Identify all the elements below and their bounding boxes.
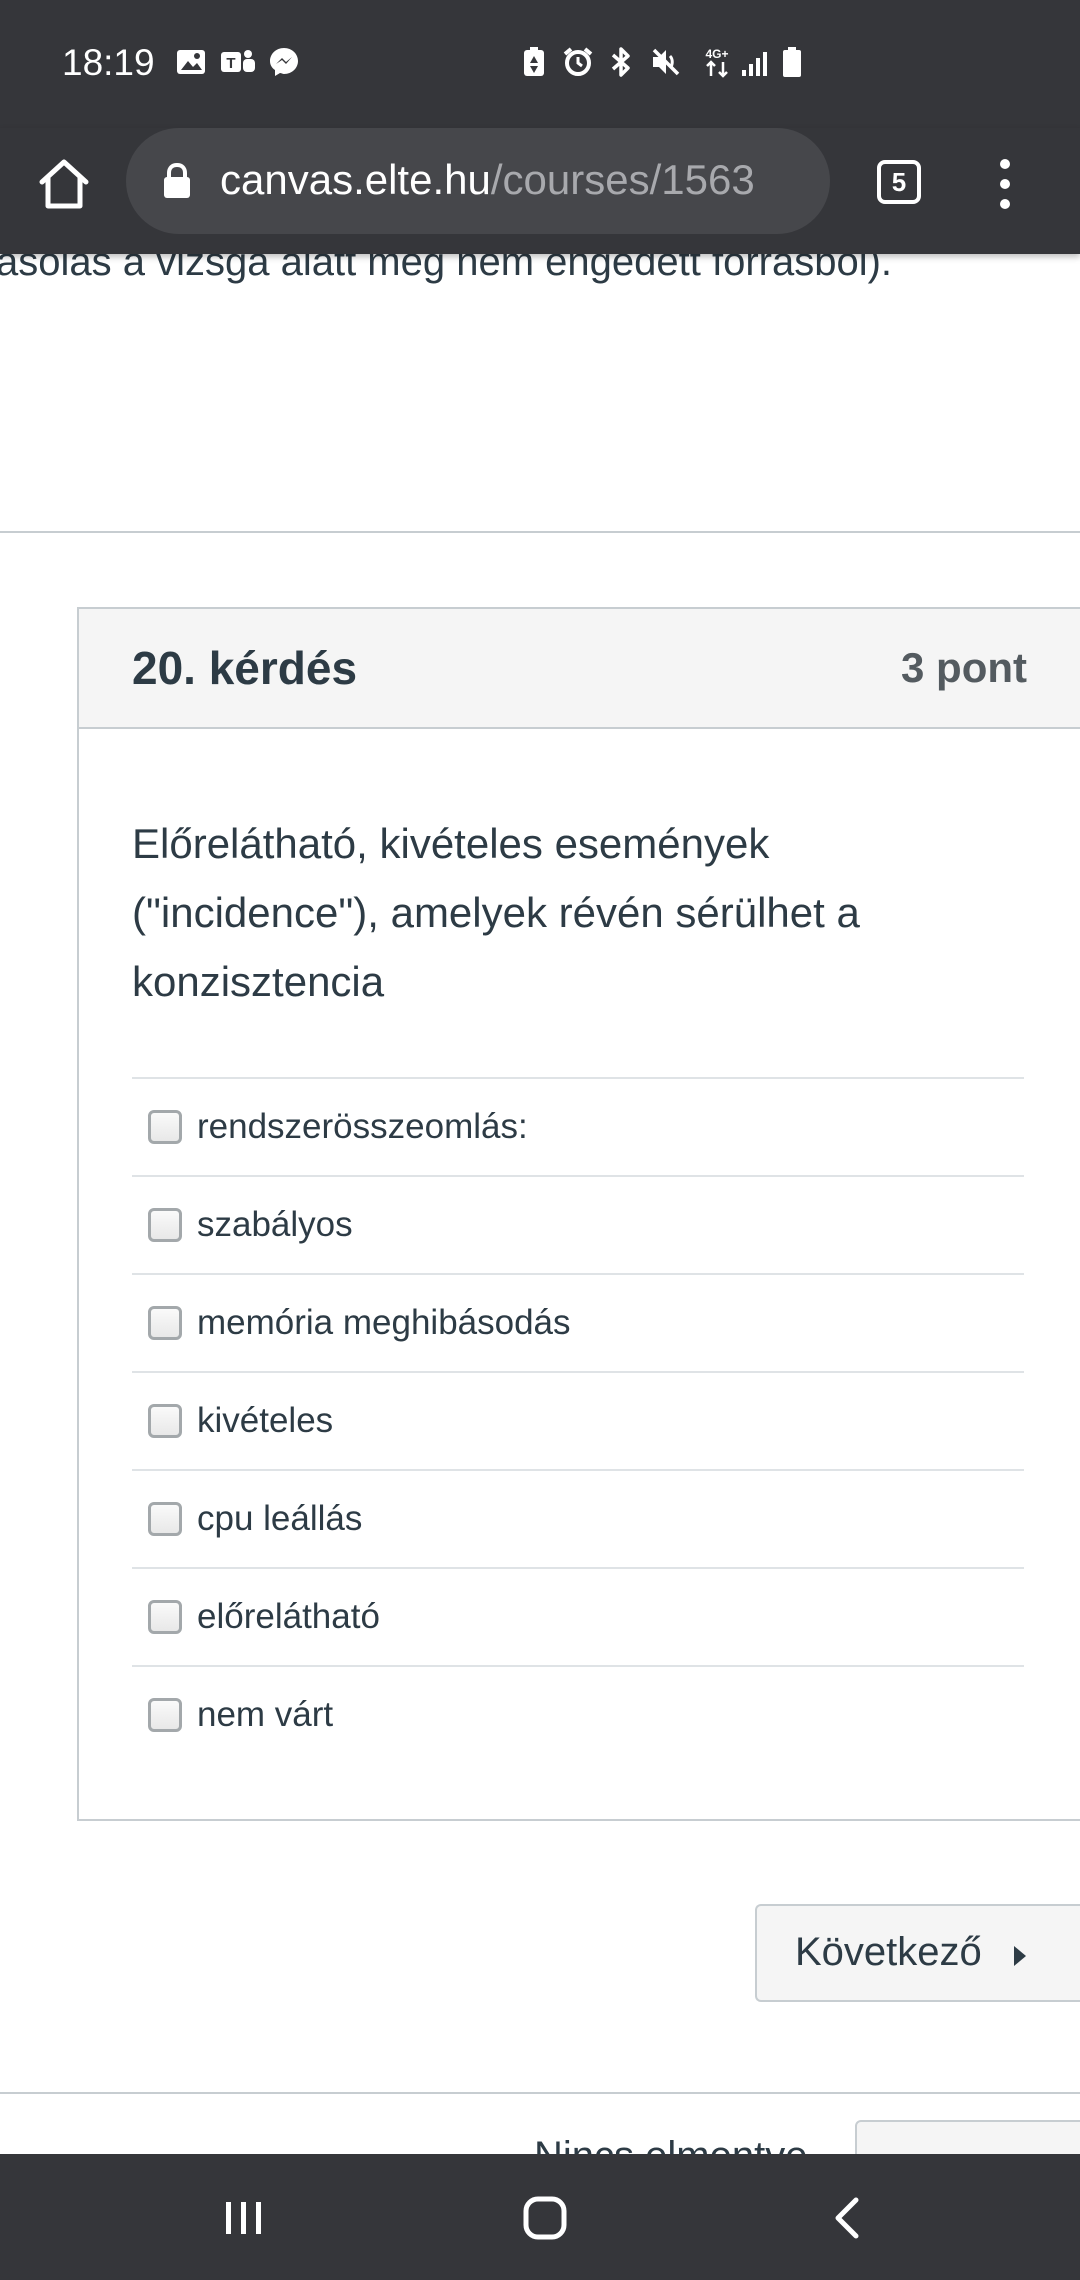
- answer-label[interactable]: cpu leállás: [197, 1499, 362, 1539]
- tab-switcher-button[interactable]: 5: [877, 160, 921, 204]
- home-nav-icon[interactable]: [521, 2194, 569, 2242]
- messenger-icon: [268, 46, 300, 78]
- question-card: 20. kérdés 3 pont Előrelátható, kivétele…: [77, 607, 1080, 1821]
- answer-label[interactable]: memória meghibásodás: [197, 1303, 571, 1343]
- mute-icon: [650, 46, 682, 78]
- answer-checkbox[interactable]: [148, 1502, 182, 1536]
- back-icon[interactable]: [824, 2194, 872, 2242]
- signal-icon: [740, 46, 772, 78]
- answer-label[interactable]: szabályos: [197, 1205, 353, 1245]
- home-icon[interactable]: [34, 154, 94, 214]
- answer-option[interactable]: nem várt: [132, 1665, 1024, 1763]
- lock-icon[interactable]: [162, 162, 192, 200]
- question-text: Előrelátható, kivételes események ("inci…: [132, 820, 860, 1005]
- answer-option[interactable]: cpu leállás: [132, 1469, 1024, 1567]
- svg-text:T: T: [226, 55, 235, 72]
- url-path: /courses/1563: [490, 156, 755, 203]
- network-4g-icon: 4G+: [700, 46, 734, 78]
- battery-saver-icon: [520, 46, 548, 78]
- answer-checkbox[interactable]: [148, 1404, 182, 1438]
- divider: [0, 2092, 1080, 2094]
- alarm-icon: [562, 46, 594, 78]
- more-menu-icon[interactable]: [990, 152, 1020, 216]
- answer-label[interactable]: rendszerösszeomlás:: [197, 1107, 528, 1147]
- teams-icon: T: [220, 46, 256, 78]
- recent-apps-icon[interactable]: [220, 2194, 268, 2242]
- answer-label[interactable]: kivételes: [197, 1401, 333, 1441]
- system-navigation-bar: [0, 2154, 1080, 2280]
- next-button-label: Következő: [795, 1930, 982, 1974]
- answer-checkbox[interactable]: [148, 1208, 182, 1242]
- browser-toolbar: canvas.elte.hu/courses/1563 5: [0, 128, 1080, 254]
- question-header: 20. kérdés 3 pont: [79, 609, 1080, 729]
- answer-checkbox[interactable]: [148, 1600, 182, 1634]
- gallery-icon: [175, 46, 207, 78]
- answer-checkbox[interactable]: [148, 1306, 182, 1340]
- bluetooth-icon: [608, 46, 634, 78]
- answer-checkbox[interactable]: [148, 1698, 182, 1732]
- question-points: 3 pont: [901, 644, 1027, 691]
- answer-option[interactable]: kivételes: [132, 1371, 1024, 1469]
- url-text[interactable]: canvas.elte.hu/courses/1563: [220, 156, 755, 204]
- answer-option[interactable]: előrelátható: [132, 1567, 1024, 1665]
- address-bar[interactable]: canvas.elte.hu/courses/1563: [126, 128, 830, 234]
- question-title: 20. kérdés: [132, 642, 358, 694]
- next-button[interactable]: Következő: [755, 1904, 1080, 2002]
- battery-icon: [780, 46, 804, 78]
- answer-label[interactable]: nem várt: [197, 1695, 333, 1735]
- answer-checkbox[interactable]: [148, 1110, 182, 1144]
- answer-option[interactable]: rendszerösszeomlás:: [132, 1077, 1024, 1175]
- status-bar: 18:19 T 4G+: [0, 0, 1080, 128]
- answer-option[interactable]: memória meghibásodás: [132, 1273, 1024, 1371]
- answer-list: rendszerösszeomlás: szabályos memória me…: [132, 1077, 1024, 1763]
- clock: 18:19: [62, 42, 155, 83]
- answer-option[interactable]: szabályos: [132, 1175, 1024, 1273]
- svg-text:4G+: 4G+: [705, 47, 728, 61]
- answer-label[interactable]: előrelátható: [197, 1597, 380, 1637]
- url-host: canvas.elte.hu: [220, 156, 491, 203]
- divider: [0, 531, 1080, 533]
- caret-right-icon: [1014, 1946, 1026, 1966]
